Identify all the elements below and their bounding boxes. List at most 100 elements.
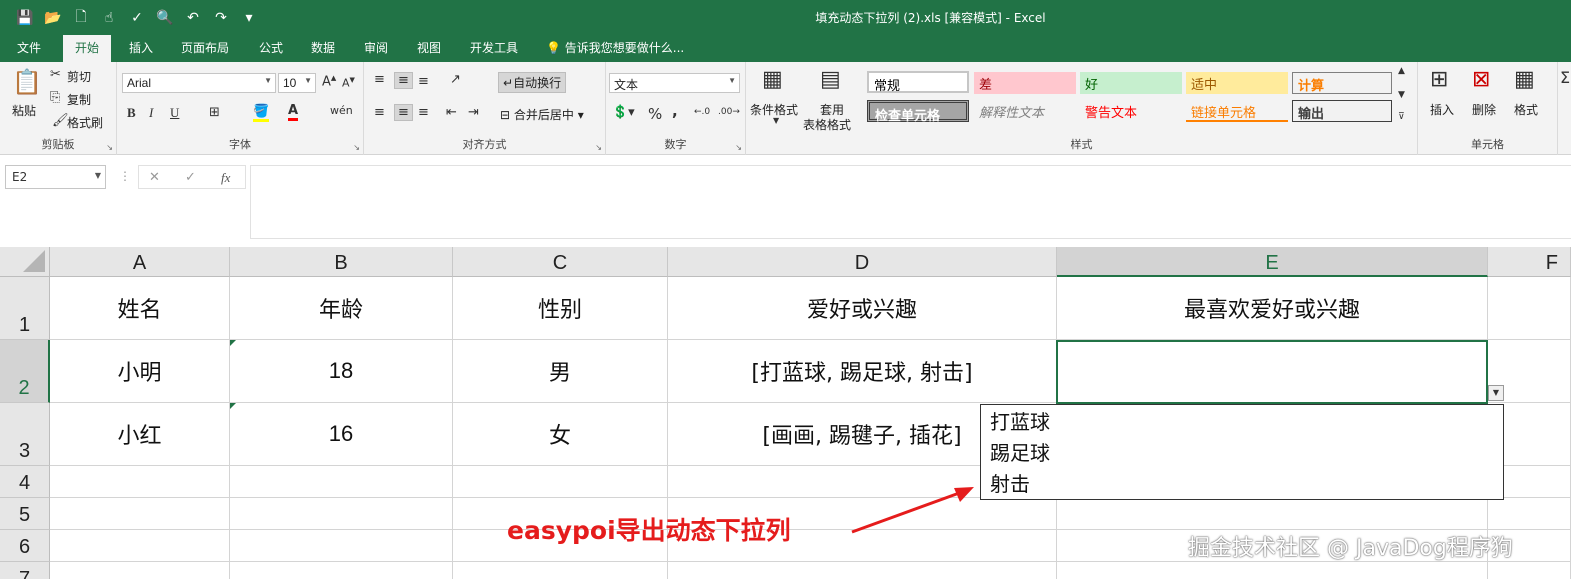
name-box[interactable]: E2 ▼ [5,165,106,189]
format-painter-button[interactable]: 格式刷 [67,114,103,131]
cell-b4[interactable] [230,466,453,498]
increase-decimal-icon[interactable]: ←.0 [694,107,710,117]
dropdown-option[interactable]: 射击 [990,469,1494,500]
cell-a1[interactable]: 姓名 [50,277,230,340]
phonetic-icon[interactable]: wén [330,104,353,117]
select-all-button[interactable] [0,247,50,277]
alignment-launcher-icon[interactable]: ↘ [595,143,602,152]
cell-e1[interactable]: 最喜欢爱好或兴趣 [1057,277,1488,340]
italic-button[interactable]: I [149,105,153,121]
row-header-7[interactable]: 7 [0,562,50,579]
tab-developer[interactable]: 开发工具 [470,39,518,56]
underline-button[interactable]: U [170,105,179,121]
decrease-font-icon[interactable]: A▼ [342,76,355,90]
bold-button[interactable]: B [127,105,136,121]
style-good[interactable]: 好 [1080,72,1182,94]
style-bad[interactable]: 差 [974,72,1076,94]
copy-button[interactable]: 复制 [67,91,91,108]
fill-color-icon[interactable]: 🪣 [253,104,270,122]
column-header-d[interactable]: D [668,247,1057,277]
row-header-4[interactable]: 4 [0,466,50,498]
tab-home[interactable]: 开始 [63,35,112,62]
dropdown-option[interactable]: 打蓝球 [990,407,1494,438]
insert-function-button[interactable]: fx [221,170,230,186]
font-name-combo[interactable]: Arial ▼ [122,73,276,93]
cell-a4[interactable] [50,466,230,498]
paste-icon[interactable]: 📋 [12,68,42,96]
cell-b6[interactable] [230,530,453,562]
cut-button[interactable]: 剪切 [67,68,91,85]
row-header-3[interactable]: 3 [0,403,50,466]
align-top-icon[interactable]: ≡ [374,72,385,87]
row-header-5[interactable]: 5 [0,498,50,530]
format-cells-button[interactable]: 格式 [1514,101,1538,118]
style-explanatory[interactable]: 解释性文本 [974,100,1076,122]
formula-input[interactable] [250,165,1571,239]
cell-d7[interactable] [668,562,1057,579]
style-calculation[interactable]: 计算 [1292,72,1392,94]
percent-button[interactable]: % [648,105,662,123]
cancel-icon[interactable]: ✕ [149,170,160,185]
increase-indent-icon[interactable]: ⇥ [468,105,479,120]
tab-formulas[interactable]: 公式 [259,39,283,56]
column-header-b[interactable]: B [230,247,453,277]
styles-more-icon[interactable]: ⊽ [1398,112,1405,122]
tab-file[interactable]: 文件 [17,39,41,56]
insert-cells-button[interactable]: 插入 [1430,101,1454,118]
accounting-format-icon[interactable]: 💲▾ [612,105,635,120]
autosum-icon[interactable]: Σ [1560,68,1570,87]
cut-icon[interactable]: ✂ [50,67,61,82]
cell-b5[interactable] [230,498,453,530]
tab-review[interactable]: 审阅 [364,39,388,56]
comma-button[interactable]: , [672,102,678,120]
cell-c1[interactable]: 性别 [453,277,668,340]
decrease-indent-icon[interactable]: ⇤ [446,105,457,120]
style-normal[interactable]: 常规 [867,71,969,94]
tab-data[interactable]: 数据 [311,39,335,56]
insert-cells-icon[interactable]: ⊞ [1430,67,1448,92]
table-format-icon[interactable]: ▤ [820,67,841,92]
number-launcher-icon[interactable]: ↘ [735,143,742,152]
style-neutral[interactable]: 适中 [1186,72,1288,94]
cell-c3[interactable]: 女 [453,403,668,466]
format-cells-icon[interactable]: ▦ [1514,67,1535,92]
tab-page-layout[interactable]: 页面布局 [181,39,229,56]
cell-f1[interactable] [1488,277,1571,340]
align-left-icon[interactable]: ≡ [374,105,385,120]
dropdown-option[interactable]: 踢足球 [990,438,1494,469]
tell-me-search[interactable]: 💡 告诉我您想要做什么... [546,39,684,56]
align-middle-icon[interactable]: ≡ [394,72,413,89]
increase-font-icon[interactable]: A▲ [322,74,336,89]
column-header-e[interactable]: E [1057,247,1488,277]
cell-e5[interactable] [1057,498,1488,530]
number-format-combo[interactable]: 文本 ▼ [609,73,740,93]
more-options-icon[interactable]: ⋮ [119,169,131,183]
cell-f7[interactable] [1488,562,1571,579]
cell-d2[interactable]: [打蓝球, 踢足球, 射击] [668,340,1057,403]
dropdown-arrow-button[interactable]: ▼ [1488,385,1504,401]
row-header-6[interactable]: 6 [0,530,50,562]
conditional-format-icon[interactable]: ▦ [762,67,783,92]
cell-b1[interactable]: 年龄 [230,277,453,340]
clipboard-launcher-icon[interactable]: ↘ [106,143,113,152]
cell-c4[interactable] [453,466,668,498]
style-linked-cell[interactable]: 链接单元格 [1186,100,1288,122]
cell-c2[interactable]: 男 [453,340,668,403]
font-color-icon[interactable]: A [288,103,299,121]
orientation-icon[interactable]: ↗ [450,72,461,87]
style-check-cell[interactable]: 检查单元格 [867,100,969,124]
cell-e7[interactable] [1057,562,1488,579]
copy-icon[interactable]: ⎘ [50,90,60,105]
row-header-1[interactable]: 1 [0,277,50,340]
delete-cells-icon[interactable]: ⊠ [1472,67,1490,92]
font-launcher-icon[interactable]: ↘ [353,143,360,152]
column-header-f[interactable]: F [1488,247,1571,277]
styles-scroll-up-icon[interactable]: ▲ [1398,66,1405,76]
align-right-icon[interactable]: ≡ [418,105,429,120]
column-header-c[interactable]: C [453,247,668,277]
cell-c7[interactable] [453,562,668,579]
cell-b7[interactable] [230,562,453,579]
borders-icon[interactable]: ⊞ [209,105,220,120]
enter-icon[interactable]: ✓ [185,170,196,185]
styles-scroll-down-icon[interactable]: ▼ [1398,90,1405,100]
